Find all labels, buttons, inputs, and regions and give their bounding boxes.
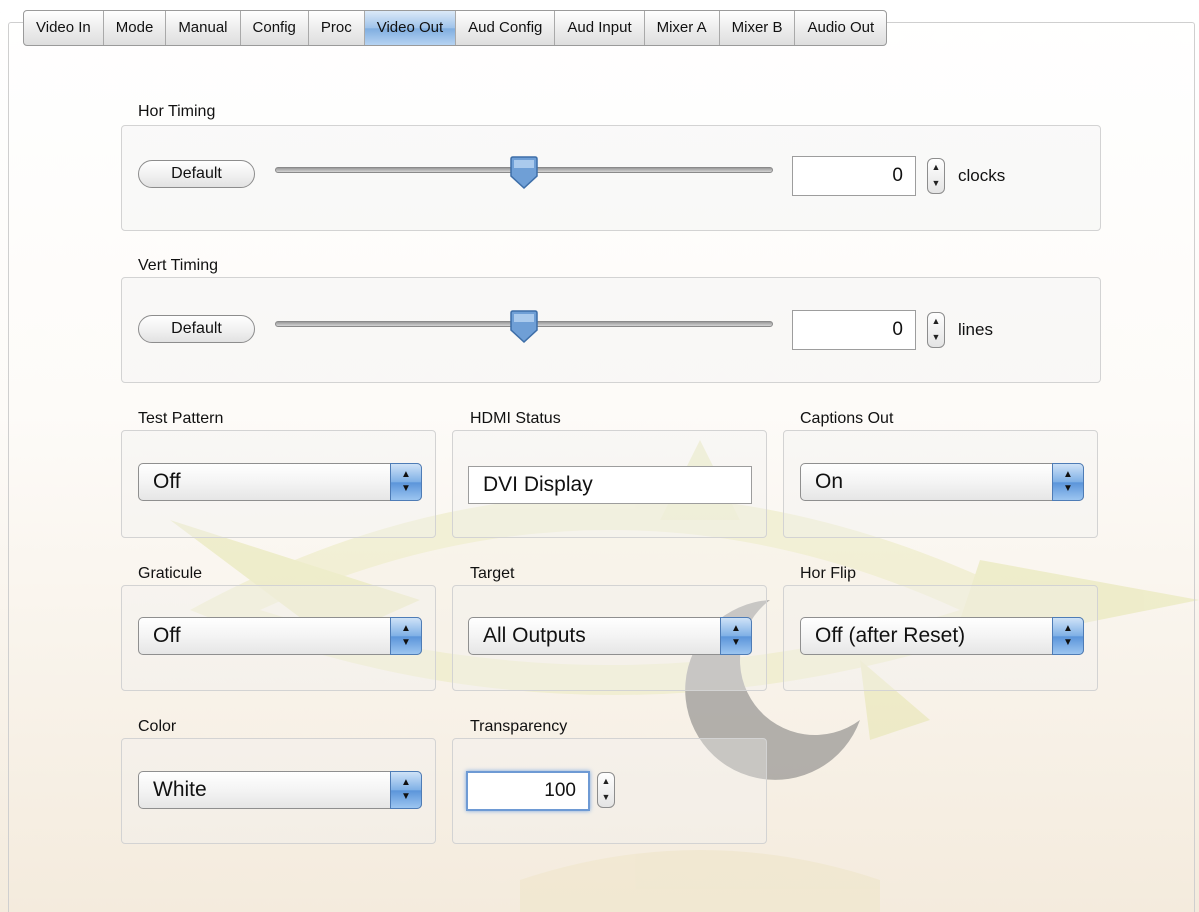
tab-mixer-a[interactable]: Mixer A xyxy=(645,11,720,45)
tab-video-out[interactable]: Video Out xyxy=(364,11,457,45)
tab-audio-out[interactable]: Audio Out xyxy=(795,11,886,45)
vert-timing-value-field[interactable]: 0 xyxy=(792,310,916,350)
captions-out-popup[interactable]: On ▲ ▼ xyxy=(800,463,1084,501)
tab-aud-config[interactable]: Aud Config xyxy=(456,11,556,45)
captions-out-value: On xyxy=(815,470,844,493)
vert-timing-unit: lines xyxy=(958,320,993,339)
popup-arrows-icon: ▲ ▼ xyxy=(1052,463,1084,501)
hor-timing-default-button[interactable]: Default xyxy=(138,160,255,188)
target-popup[interactable]: All Outputs ▲ ▼ xyxy=(468,617,752,655)
popup-arrows-icon: ▲ ▼ xyxy=(720,617,752,655)
vert-timing-slider-thumb-icon[interactable] xyxy=(509,310,539,344)
hor-timing-unit: clocks xyxy=(958,166,1006,185)
transparency-up-down-stepper-icon[interactable]: ▲ ▼ xyxy=(597,772,615,808)
popup-arrows-icon: ▲ ▼ xyxy=(390,617,422,655)
test-pattern-popup[interactable]: Off ▲ ▼ xyxy=(138,463,422,501)
popup-arrows-icon: ▲ ▼ xyxy=(390,463,422,501)
tab-aud-input[interactable]: Aud Input xyxy=(555,11,645,45)
hor-flip-popup[interactable]: Off (after Reset) ▲ ▼ xyxy=(800,617,1084,655)
color-label: Color xyxy=(138,718,177,735)
vert-timing-group xyxy=(121,277,1101,383)
tab-mode[interactable]: Mode xyxy=(104,11,167,45)
graticule-value: Off xyxy=(153,624,181,647)
test-pattern-value: Off xyxy=(153,470,181,493)
tab-bar: Video In Mode Manual Config Proc Video O… xyxy=(23,10,888,46)
tab-config[interactable]: Config xyxy=(241,11,309,45)
target-value: All Outputs xyxy=(483,624,586,647)
captions-out-label: Captions Out xyxy=(800,410,894,427)
hor-timing-slider-thumb-icon[interactable] xyxy=(509,156,539,190)
hor-flip-value: Off (after Reset) xyxy=(815,624,966,647)
vert-timing-default-button[interactable]: Default xyxy=(138,315,255,343)
vert-timing-up-down-stepper-icon[interactable]: ▲ ▼ xyxy=(927,312,945,348)
hdmi-status-label: HDMI Status xyxy=(470,410,561,427)
test-pattern-label: Test Pattern xyxy=(138,410,224,427)
color-popup[interactable]: White ▲ ▼ xyxy=(138,771,422,809)
hor-timing-up-down-stepper-icon[interactable]: ▲ ▼ xyxy=(927,158,945,194)
hor-timing-label: Hor Timing xyxy=(138,103,216,120)
tab-proc[interactable]: Proc xyxy=(309,11,365,45)
tab-manual[interactable]: Manual xyxy=(166,11,241,45)
graticule-label: Graticule xyxy=(138,565,203,582)
tab-video-in[interactable]: Video In xyxy=(24,11,104,45)
hor-flip-label: Hor Flip xyxy=(800,565,857,582)
transparency-value-field[interactable]: 100 xyxy=(466,771,590,811)
hor-timing-group xyxy=(121,125,1101,231)
popup-arrows-icon: ▲ ▼ xyxy=(390,771,422,809)
hdmi-status-field: DVI Display xyxy=(468,466,752,504)
tab-mixer-b[interactable]: Mixer B xyxy=(720,11,796,45)
transparency-label: Transparency xyxy=(470,718,568,735)
hor-timing-value-field[interactable]: 0 xyxy=(792,156,916,196)
vert-timing-label: Vert Timing xyxy=(138,257,219,274)
color-value: White xyxy=(153,778,207,801)
target-label: Target xyxy=(470,565,515,582)
popup-arrows-icon: ▲ ▼ xyxy=(1052,617,1084,655)
graticule-popup[interactable]: Off ▲ ▼ xyxy=(138,617,422,655)
